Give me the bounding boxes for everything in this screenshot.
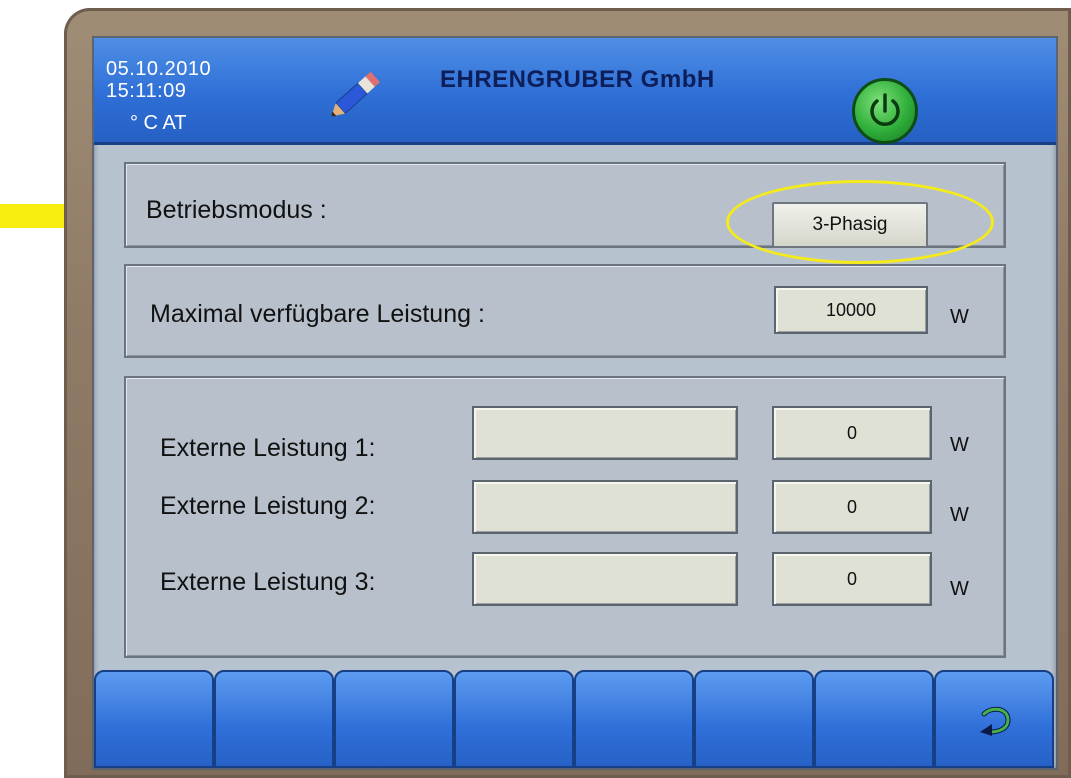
max-power-label: Maximal verfügbare Leistung : — [150, 300, 485, 328]
datetime: 05.10.2010 15:11:09 — [106, 58, 211, 102]
softkey-bar — [94, 670, 1056, 768]
external-1-value-field[interactable]: 0 — [772, 406, 932, 460]
date: 05.10.2010 — [106, 58, 212, 80]
units-indicator: ° C AT — [130, 112, 187, 134]
external-2-unit: W — [950, 504, 969, 526]
header-bar: 05.10.2010 15:11:09 ° C AT EHRENGRUBER G… — [94, 38, 1056, 145]
touch-screen: 05.10.2010 15:11:09 ° C AT EHRENGRUBER G… — [92, 36, 1058, 770]
external-2-name-field[interactable] — [472, 480, 738, 534]
external-2-label: Externe Leistung 2: — [160, 492, 376, 520]
page-title: EHRENGRUBER GmbH — [440, 66, 715, 93]
highlight-ellipse — [726, 180, 994, 264]
pencil-icon[interactable] — [322, 68, 384, 126]
softkey-7[interactable] — [814, 670, 934, 768]
back-button[interactable] — [934, 670, 1054, 768]
power-icon — [870, 93, 900, 126]
mode-label: Betriebsmodus : — [146, 196, 327, 224]
max-power-field[interactable]: 10000 — [774, 286, 928, 334]
external-1-unit: W — [950, 434, 969, 456]
external-1-label: Externe Leistung 1: — [160, 434, 376, 462]
external-2-value-field[interactable]: 0 — [772, 480, 932, 534]
softkey-5[interactable] — [574, 670, 694, 768]
power-button[interactable] — [852, 78, 918, 144]
external-3-label: Externe Leistung 3: — [160, 568, 376, 596]
softkey-4[interactable] — [454, 670, 574, 768]
softkey-3[interactable] — [334, 670, 454, 768]
external-3-value-field[interactable]: 0 — [772, 552, 932, 606]
external-1-name-field[interactable] — [472, 406, 738, 460]
softkey-1[interactable] — [94, 670, 214, 768]
softkey-6[interactable] — [694, 670, 814, 768]
external-3-name-field[interactable] — [472, 552, 738, 606]
max-power-unit: W — [950, 306, 969, 328]
external-3-unit: W — [950, 578, 969, 600]
return-arrow-icon — [980, 706, 1011, 736]
time: 15:11:09 — [106, 80, 187, 102]
softkey-2[interactable] — [214, 670, 334, 768]
